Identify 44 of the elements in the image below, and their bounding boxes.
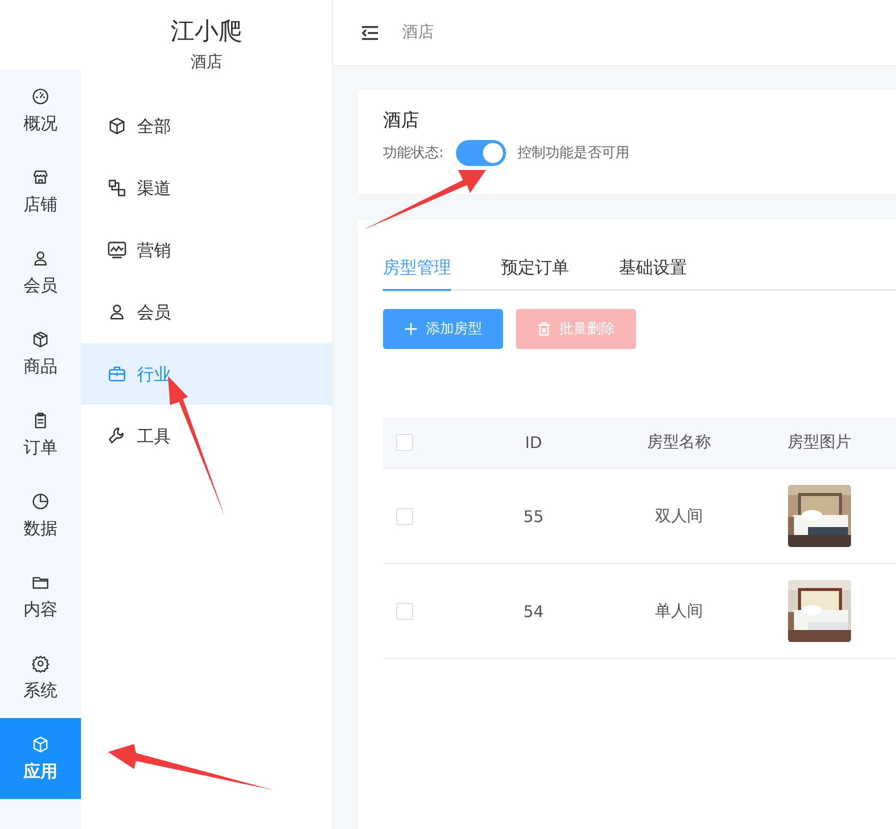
tab[interactable]: 基础设置 [619,256,687,291]
column-header: ID [524,433,542,452]
table-cell: 双人间 [655,506,703,524]
cube-icon [31,734,50,754]
rail-item[interactable]: 店铺 [0,151,81,232]
table-cell: 55 [523,506,544,526]
submenu-item[interactable]: 营销 [81,219,332,281]
rail-item[interactable]: 内容 [0,556,81,637]
rail-item[interactable]: 订单 [0,394,81,475]
gear-icon [31,654,50,672]
column-header: 房型图片 [788,432,852,451]
column-header: 房型名称 [647,432,711,451]
rail-item[interactable]: 会员 [0,232,81,313]
checkbox[interactable] [396,602,413,620]
submenu-item[interactable]: 渠道 [81,157,332,219]
pie-icon [31,492,50,510]
store-icon [31,168,50,186]
submenu-item[interactable]: 会员 [81,281,332,343]
submenu-item[interactable]: 工具 [81,405,332,467]
plus-icon [404,322,418,336]
tab[interactable]: 预定订单 [501,256,569,291]
brand-subtitle: 酒店 [190,52,222,72]
cube-icon [107,116,127,136]
box-icon [31,330,50,348]
nodes-icon [107,178,127,198]
breadcrumb[interactable]: 酒店 [402,22,434,43]
trash-icon [537,322,551,336]
status-toggle[interactable] [456,140,506,166]
briefcase-icon [107,364,127,384]
feature-title: 酒店 [383,109,420,132]
rail-item[interactable]: 商品 [0,313,81,394]
rail-item[interactable]: 概况 [0,70,81,151]
gauge-icon [31,86,50,106]
monitor-icon [107,240,127,260]
status-label: 功能状态: [383,144,444,162]
table-cell: 54 [523,602,544,620]
table-cell: 单人间 [655,600,703,620]
checkbox[interactable] [396,508,413,524]
submenu-item[interactable]: 全部 [81,95,332,157]
brand-name: 江小爬 [170,16,242,46]
checkbox[interactable] [396,434,413,451]
rail-item[interactable]: 系统 [0,637,81,718]
status-hint: 控制功能是否可用 [518,144,630,162]
rail-item[interactable]: 数据 [0,475,81,556]
